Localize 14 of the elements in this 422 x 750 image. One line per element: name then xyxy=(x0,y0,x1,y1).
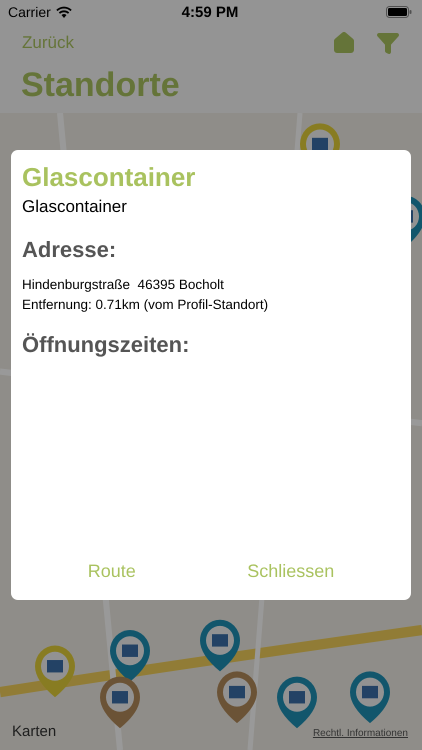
address-text: Hindenburgstraße 46395 Bocholt xyxy=(22,277,225,292)
map-attribution: Karten xyxy=(12,723,56,740)
legal-link[interactable]: Rechtl. Informationen xyxy=(312,728,408,739)
clock-time: 4:59 PM xyxy=(182,4,238,20)
page-title: Standorte xyxy=(20,65,181,106)
close-button[interactable]: Schliessen xyxy=(239,557,342,586)
section-heading: Öffnungszeiten: xyxy=(22,332,190,358)
back-link[interactable]: Zurück xyxy=(22,33,74,53)
route-button[interactable]: Route xyxy=(80,557,144,586)
carrier-label: Carrier xyxy=(8,4,51,20)
dialog-subtitle: Glascontainer xyxy=(22,197,128,217)
distance-text: Entfernung: 0.71km (vom Profil-Standort) xyxy=(22,297,270,312)
section-heading: Adresse: xyxy=(22,237,118,263)
dialog-title: Glascontainer xyxy=(22,162,196,193)
